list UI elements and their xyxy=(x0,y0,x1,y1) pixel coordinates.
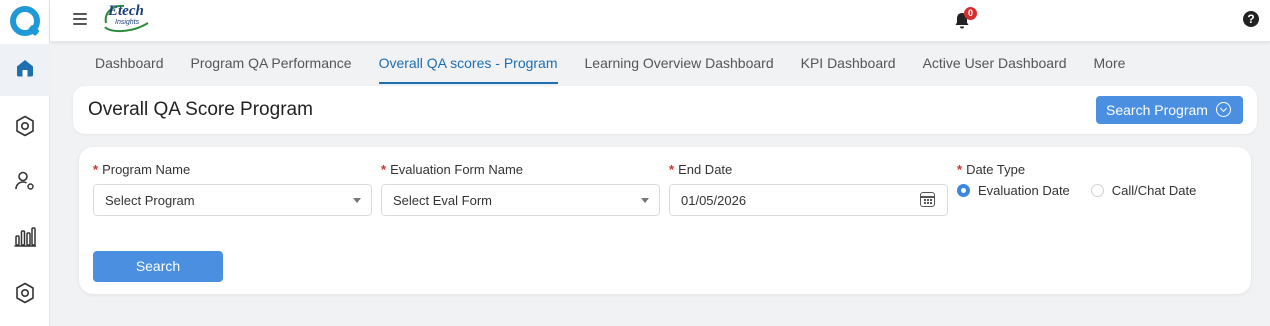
radio-unselected-icon xyxy=(1090,184,1104,197)
brand-logo[interactable]: Etech Insights xyxy=(102,3,152,35)
sidebar-item-home[interactable] xyxy=(0,44,50,96)
brand-subtitle: Insights xyxy=(115,19,140,26)
search-program-button[interactable]: Search Program xyxy=(1096,96,1243,124)
program-name-select[interactable]: Select Program xyxy=(93,184,372,216)
eval-form-field: * Evaluation Form Name Select Eval Form xyxy=(381,162,660,216)
eval-form-value: Select Eval Form xyxy=(393,193,492,208)
date-type-field: * Date Type Evaluation Date Call/Chat Dat… xyxy=(957,162,1217,198)
menu-icon[interactable] xyxy=(73,13,87,25)
user-settings-icon[interactable] xyxy=(13,169,37,193)
dropdown-arrow-icon xyxy=(353,198,361,203)
tab-more[interactable]: More xyxy=(1094,52,1126,84)
required-mark: * xyxy=(381,162,387,177)
end-date-field: * End Date 01/05/2026 xyxy=(669,162,948,216)
notifications-button[interactable]: 0 xyxy=(954,7,978,31)
chevron-down-icon xyxy=(1216,102,1231,117)
tab-overall-qa-scores-program[interactable]: Overall QA scores - Program xyxy=(378,52,558,84)
required-mark: * xyxy=(93,162,99,177)
page-header-card: Overall QA Score Program Search Program xyxy=(73,86,1257,134)
search-program-label: Search Program xyxy=(1106,102,1208,118)
settings-shield-icon[interactable] xyxy=(13,114,37,138)
tab-dashboard[interactable]: Dashboard xyxy=(95,52,164,84)
eval-form-select[interactable]: Select Eval Form xyxy=(381,184,660,216)
top-bar: Etech Insights 0 ? xyxy=(50,0,1270,42)
settings-shield-icon[interactable] xyxy=(13,281,37,305)
eval-form-label: Evaluation Form Name xyxy=(390,162,524,177)
brand-name: Etech xyxy=(108,3,144,19)
program-name-value: Select Program xyxy=(105,193,195,208)
help-icon[interactable]: ? xyxy=(1243,11,1259,27)
date-type-radio-group: Evaluation Date Call/Chat Date xyxy=(957,183,1217,198)
end-date-input[interactable]: 01/05/2026 xyxy=(669,184,948,216)
page-title: Overall QA Score Program xyxy=(88,99,313,120)
left-sidebar xyxy=(0,0,50,326)
calendar-icon[interactable] xyxy=(920,192,935,207)
end-date-value: 01/05/2026 xyxy=(681,193,747,208)
radio-selected-icon xyxy=(957,184,970,197)
required-mark: * xyxy=(669,162,675,177)
filter-form-card: * Program Name Select Program * Evaluation… xyxy=(79,147,1251,294)
app-logo-icon[interactable] xyxy=(9,5,43,39)
tab-program-qa-performance[interactable]: Program QA Performance xyxy=(191,52,352,84)
radio-evaluation-date[interactable]: Evaluation Date xyxy=(957,183,1070,198)
dropdown-arrow-icon xyxy=(641,198,649,203)
tab-learning-overview-dashboard[interactable]: Learning Overview Dashboard xyxy=(585,52,774,84)
program-name-field: * Program Name Select Program xyxy=(93,162,372,216)
home-icon xyxy=(17,60,33,77)
end-date-label: End Date xyxy=(678,162,733,177)
notification-count-badge: 0 xyxy=(964,7,977,20)
program-name-label: Program Name xyxy=(102,162,191,177)
date-type-label: Date Type xyxy=(966,162,1026,177)
search-button[interactable]: Search xyxy=(93,251,223,282)
radio-call-chat-date[interactable]: Call/Chat Date xyxy=(1090,183,1197,198)
required-mark: * xyxy=(957,162,963,177)
radio-evaluation-date-label: Evaluation Date xyxy=(978,183,1070,198)
nav-tabs: Dashboard Program QA Performance Overall… xyxy=(95,52,1152,86)
tab-kpi-dashboard[interactable]: KPI Dashboard xyxy=(801,52,896,84)
radio-call-chat-date-label: Call/Chat Date xyxy=(1111,183,1197,198)
tab-active-user-dashboard[interactable]: Active User Dashboard xyxy=(923,52,1067,84)
bar-chart-icon[interactable] xyxy=(13,224,37,248)
